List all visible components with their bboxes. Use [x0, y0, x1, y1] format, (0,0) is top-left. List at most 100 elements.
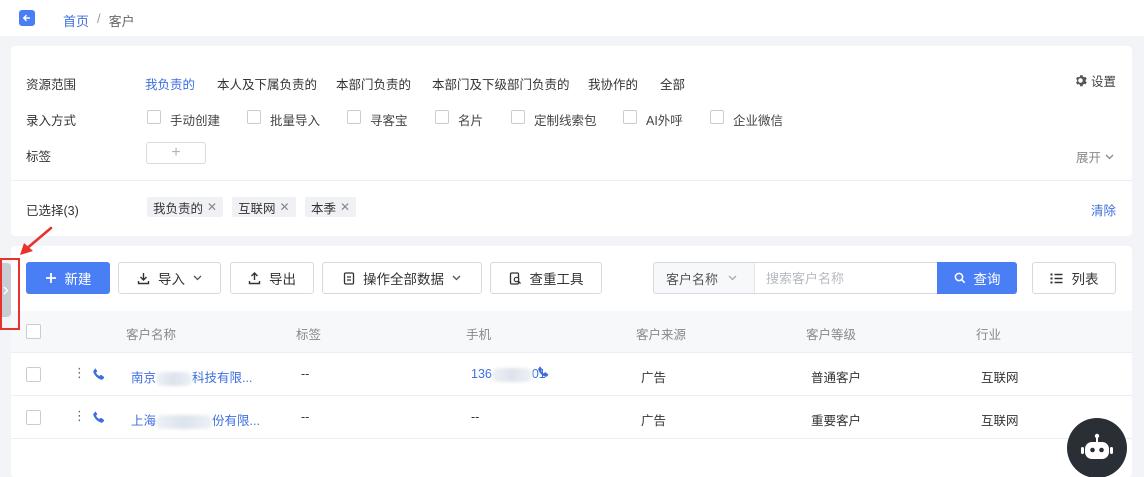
- more-icon[interactable]: ⋮: [73, 408, 86, 424]
- table-header: 客户名称 标签 手机 客户来源 客户等级 行业: [11, 311, 1132, 353]
- phone-cell: --: [471, 410, 480, 424]
- column-header[interactable]: 标签: [296, 324, 321, 343]
- table-row[interactable]: ⋮ 上海 份有限... -- -- 广告 重要客户 互联网: [11, 396, 1132, 439]
- entry-checkbox-xunkebao[interactable]: [347, 110, 361, 124]
- close-icon[interactable]: ✕: [280, 200, 290, 214]
- chevron-down-icon: [452, 275, 461, 281]
- customer-name-link[interactable]: 南京 科技有限...: [131, 367, 252, 386]
- chip-label: 本季: [311, 201, 337, 216]
- bulk-operations-label: 操作全部数据: [363, 272, 444, 287]
- tag-add-button[interactable]: +: [146, 142, 206, 164]
- redacted-blur: [491, 367, 532, 382]
- document-icon: [343, 271, 355, 285]
- entry-label: 录入方式: [26, 114, 77, 128]
- selected-chip: 我负责的 ✕: [147, 197, 224, 217]
- column-header[interactable]: 客户来源: [636, 324, 686, 343]
- level-cell: 普通客户: [811, 371, 862, 385]
- top-bar: 首页 / 客户: [0, 0, 1144, 36]
- phone-icon[interactable]: [92, 410, 106, 424]
- bulk-operations-button[interactable]: 操作全部数据: [322, 262, 482, 294]
- view-toggle-button[interactable]: 列表: [1032, 262, 1116, 294]
- entry-label-leads: 定制线索包: [534, 114, 597, 128]
- clear-button[interactable]: 清除: [1091, 200, 1116, 219]
- assistant-bot-button[interactable]: [1067, 418, 1127, 477]
- customer-name-prefix: 南京: [131, 371, 157, 385]
- scope-option-collaborate[interactable]: 我协作的: [588, 74, 638, 93]
- expand-button[interactable]: 展开: [1076, 147, 1114, 166]
- settings-button[interactable]: 设置: [1074, 71, 1116, 90]
- chip-label: 互联网: [238, 201, 276, 216]
- table-row[interactable]: ⋮ 南京 科技有限... -- 136 01 广告 普通客户 互联网: [11, 353, 1132, 396]
- entry-label-card: 名片: [458, 114, 484, 128]
- expand-label: 展开: [1075, 151, 1101, 165]
- annotation-highlight-box: [0, 258, 20, 330]
- selected-chip: 互联网 ✕: [232, 197, 296, 217]
- customer-name-prefix: 上海: [131, 414, 157, 428]
- search-field-label: 客户名称: [666, 271, 719, 287]
- row-checkbox[interactable]: [26, 410, 41, 425]
- customer-name-link[interactable]: 上海 份有限...: [131, 410, 260, 429]
- scope-option-all[interactable]: 全部: [660, 74, 685, 93]
- entry-checkbox-leads[interactable]: [511, 110, 525, 124]
- entry-checkbox-ai-call[interactable]: [623, 110, 637, 124]
- scope-option-mine[interactable]: 我负责的: [145, 74, 195, 93]
- row-checkbox[interactable]: [26, 367, 41, 382]
- scope-label: 资源范围: [26, 78, 77, 92]
- entry-label-manual: 手动创建: [170, 114, 221, 128]
- dedupe-tool-label: 查重工具: [529, 272, 584, 287]
- entry-checkbox-manual[interactable]: [147, 110, 161, 124]
- breadcrumb-separator: /: [97, 11, 101, 26]
- import-button[interactable]: 导入: [118, 262, 221, 294]
- entry-label-wecom: 企业微信: [733, 114, 784, 128]
- chevron-down-icon: [193, 275, 202, 281]
- back-icon[interactable]: [19, 10, 35, 26]
- chevron-down-icon: [728, 275, 737, 281]
- column-header[interactable]: 手机: [466, 324, 491, 343]
- source-cell: 广告: [641, 371, 667, 385]
- entry-checkbox-wecom[interactable]: [710, 110, 724, 124]
- robot-icon: [1081, 433, 1113, 459]
- more-icon[interactable]: ⋮: [73, 365, 86, 381]
- chip-label: 我负责的: [153, 201, 204, 216]
- search-input[interactable]: [754, 262, 938, 294]
- dedupe-tool-button[interactable]: 查重工具: [490, 262, 602, 294]
- new-label: 新建: [64, 272, 92, 287]
- entry-checkbox-batch[interactable]: [247, 110, 261, 124]
- phone-icon[interactable]: [92, 367, 106, 381]
- new-button[interactable]: 新建: [26, 262, 110, 294]
- export-icon: [248, 271, 261, 284]
- search-field-select[interactable]: 客户名称: [653, 262, 755, 294]
- export-button[interactable]: 导出: [230, 262, 314, 294]
- breadcrumb-home[interactable]: 首页: [63, 11, 89, 30]
- phone-prefix: 136: [471, 367, 492, 381]
- column-header[interactable]: 客户等级: [806, 324, 856, 343]
- chevron-down-icon: [1105, 154, 1114, 159]
- list-icon: [1050, 273, 1062, 283]
- select-all-checkbox[interactable]: [26, 324, 41, 339]
- redacted-blur: [156, 414, 213, 429]
- source-cell: 广告: [641, 414, 667, 428]
- plus-icon: [45, 273, 56, 283]
- scope-option-subordinates[interactable]: 本人及下属负责的: [217, 74, 317, 93]
- export-label: 导出: [269, 272, 296, 287]
- column-header[interactable]: 客户名称: [126, 324, 176, 343]
- filter-panel: 资源范围 我负责的 本人及下属负责的 本部门负责的 本部门及下级部门负责的 我协…: [11, 46, 1132, 236]
- redacted-blur: [156, 371, 193, 386]
- close-icon[interactable]: ✕: [340, 200, 350, 214]
- level-cell: 重要客户: [811, 414, 862, 428]
- industry-cell: 互联网: [981, 414, 1019, 428]
- scope-option-department-sub[interactable]: 本部门及下级部门负责的: [432, 74, 570, 93]
- scope-option-department[interactable]: 本部门负责的: [336, 74, 411, 93]
- entry-checkbox-card[interactable]: [435, 110, 449, 124]
- selected-chip: 本季 ✕: [305, 197, 357, 217]
- phone-cell[interactable]: 136 01: [471, 367, 546, 382]
- divider: [11, 180, 1132, 181]
- import-label: 导入: [158, 272, 185, 287]
- search-button[interactable]: 查询: [937, 262, 1017, 294]
- search-button-label: 查询: [973, 272, 1001, 287]
- phone-icon[interactable]: [537, 365, 550, 378]
- customer-list-panel: 新建 导入 导出 操作全部数据 查重工具 客户名称 查询 列表 客户名称 标签 …: [11, 246, 1132, 477]
- customer-name-suffix: 科技有限...: [192, 371, 253, 385]
- column-header[interactable]: 行业: [976, 324, 1001, 343]
- close-icon[interactable]: ✕: [207, 200, 217, 214]
